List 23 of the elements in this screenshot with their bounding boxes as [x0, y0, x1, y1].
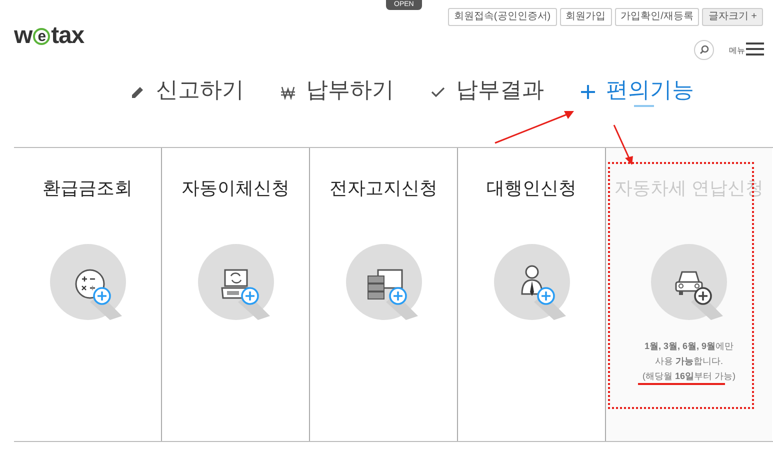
plus-icon	[580, 84, 596, 100]
won-icon	[280, 84, 296, 100]
header-link[interactable]: 회원가입	[560, 8, 612, 26]
nav-tab[interactable]: 신고하기	[130, 72, 244, 106]
nav-tab[interactable]: 납부하기	[280, 72, 394, 106]
wetax-logo: w e tax	[14, 22, 84, 50]
laptop-sync-icon	[198, 244, 274, 320]
notice-text: 1월, 3월, 6월, 9월에만	[644, 340, 734, 353]
calculator-icon	[50, 244, 126, 320]
nav-tab[interactable]: 편의기능	[580, 72, 694, 106]
person-tie-icon	[494, 244, 570, 320]
documents-icon	[346, 244, 422, 320]
menu-button[interactable]: 메뉴	[729, 42, 764, 56]
pencil-icon	[130, 84, 146, 100]
header-link[interactable]: 회원접속(공인인증서)	[448, 8, 557, 26]
notice-text: (해당월 16일부터 가능)	[642, 370, 736, 383]
nav-tab[interactable]: 납부결과	[430, 72, 544, 106]
notice-text: 사용 가능합니다.	[654, 355, 723, 368]
search-icon	[694, 40, 714, 60]
car-icon	[651, 244, 727, 320]
annotation-arrow	[613, 124, 635, 166]
header-link[interactable]: 글자크기 +	[702, 8, 763, 26]
header-link[interactable]: 가입확인/재등록	[614, 8, 700, 26]
